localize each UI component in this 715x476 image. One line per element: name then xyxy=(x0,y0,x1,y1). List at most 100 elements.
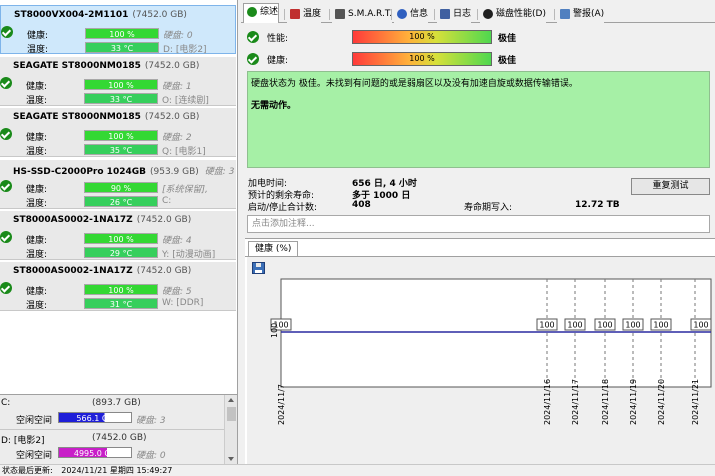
tab-label: 综述 xyxy=(260,7,279,17)
point-label: 100 xyxy=(650,318,672,331)
temperature-label: 温度: xyxy=(26,147,48,157)
disk-name: SEAGATE ST8000NM0185 xyxy=(13,61,141,71)
scroll-thumb[interactable] xyxy=(227,407,236,421)
point-label-text: 100 xyxy=(539,321,554,330)
point-label: 100 xyxy=(564,318,586,331)
start-stop-label: 启动/停止合计数: xyxy=(248,203,318,213)
drive-letters: O: [连续剧] xyxy=(162,96,209,106)
temperature-bar: 29 °C xyxy=(84,247,158,258)
hdd-index-label: 硬盘: 2 xyxy=(162,133,192,143)
tab-separator xyxy=(329,9,330,20)
tab-info[interactable]: 信息 xyxy=(394,6,429,23)
disk-item[interactable]: SEAGATE ST8000NM0185 (7452.0 GB) 健康: 100 % 硬… xyxy=(0,108,236,157)
temperature-row: 温度: 29 °C Y: [动漫动画] xyxy=(26,247,215,260)
drive-letters: Y: [动漫动画] xyxy=(162,250,216,260)
disk-name: HS-SSD-C2000Pro 1024GB xyxy=(13,167,146,177)
volume-item[interactable]: C: (893.7 GB) 空闲空间 566.1 GB 硬盘: 3 xyxy=(0,395,224,430)
scroll-up-icon[interactable] xyxy=(228,398,234,402)
disk-item[interactable]: ST8000AS0002-1NA17Z (7452.0 GB) 健康: 100 % 硬盘… xyxy=(0,262,236,311)
temperature-bar: 31 °C xyxy=(84,298,158,309)
health-bar: 90 % xyxy=(84,182,158,193)
status-time: 2024/11/21 星期四 15:49:27 xyxy=(61,466,173,475)
temperature-bar: 26 °C xyxy=(84,196,158,207)
health-row: 健康: 90 % [系统保留], xyxy=(26,182,208,195)
tab-label: S.M.A.R.T. xyxy=(348,9,393,19)
check-circle-icon xyxy=(247,7,257,17)
disk-item[interactable]: ST8000VX004-2M1101 (7452.0 GB) 健康: 100 % 硬盘:… xyxy=(0,5,236,55)
temperature-label: 温度: xyxy=(26,250,48,260)
disk-title: ST8000VX004-2M1101 (7452.0 GB) xyxy=(14,10,187,20)
health-label: 健康: xyxy=(267,56,289,66)
drive-letters: W: [DDR] xyxy=(162,298,204,308)
tab-separator xyxy=(434,9,435,20)
temperature-row: 温度: 26 °C C: xyxy=(26,196,171,209)
tab-smart[interactable]: S.M.A.R.T. xyxy=(332,6,393,23)
tab-performance[interactable]: 磁盘性能(D) xyxy=(480,6,546,23)
tab-thermometer[interactable]: 温度 xyxy=(287,6,322,23)
disk-title: HS-SSD-C2000Pro 1024GB (953.9 GB) 硬盘: 3 xyxy=(13,164,234,177)
drive-letters: [系统保留], xyxy=(162,185,208,195)
health-label: 健康: xyxy=(27,31,49,41)
disk-item[interactable]: ST8000AS0002-1NA17Z (7452.0 GB) 健康: 100 % 硬盘… xyxy=(0,211,236,260)
x-tick-label: 2024/11/19 xyxy=(629,379,638,425)
hdd-index-label: 硬盘: 5 xyxy=(162,287,192,297)
status-message: 硬盘状态为 极佳。未找到有问题的或是弱扇区以及没有加速自旋或数据传输错误。 xyxy=(251,79,578,89)
hdd-index-label: 硬盘: 3 xyxy=(136,416,166,426)
performance-bar: 100 % xyxy=(352,30,492,44)
note-input[interactable]: 点击添加注释... xyxy=(247,215,710,233)
status-bar: 状态最后更新: 2024/11/21 星期四 15:49:27 xyxy=(0,464,715,476)
health-bar: 100 % xyxy=(84,284,158,295)
volume-capacity: (7452.0 GB) xyxy=(92,433,147,443)
temperature-bar: 33 °C xyxy=(84,93,158,104)
tab-separator xyxy=(477,9,478,20)
free-space-bar: 566.1 GB xyxy=(58,412,132,423)
point-label-text: 100 xyxy=(693,321,708,330)
check-circle-icon xyxy=(247,31,259,43)
tab-check-circle[interactable]: 综述 xyxy=(243,3,280,23)
disk-item[interactable]: SEAGATE ST8000NM0185 (7452.0 GB) 健康: 100 % 硬… xyxy=(0,57,236,106)
free-space-label: 空闲空间 xyxy=(16,416,53,426)
log-icon xyxy=(440,9,450,19)
point-label-text: 100 xyxy=(653,321,668,330)
drive-letters: Q: [电影1] xyxy=(162,147,206,157)
tab-label: 磁盘性能(D) xyxy=(496,9,546,19)
save-icon[interactable] xyxy=(252,262,265,274)
volume-scrollbar[interactable] xyxy=(224,395,237,465)
disk-name: ST8000AS0002-1NA17Z xyxy=(13,266,133,276)
temperature-row: 温度: 35 °C Q: [电影1] xyxy=(26,144,206,157)
point-label: 100 xyxy=(536,318,558,331)
tab-log[interactable]: 日志 xyxy=(437,6,472,23)
performance-icon xyxy=(483,9,493,19)
drive-letters-2: C: xyxy=(162,196,172,206)
health-label: 健康: xyxy=(26,236,48,246)
health-label: 健康: xyxy=(26,133,48,143)
scroll-down-icon[interactable] xyxy=(228,457,234,461)
tab-alert[interactable]: 警报(A) xyxy=(557,6,605,23)
health-bar: 100 % xyxy=(84,233,158,244)
lifetime-writes-value: 12.72 TB xyxy=(575,200,620,210)
health-label: 健康: xyxy=(26,185,48,195)
check-circle-icon xyxy=(0,282,12,294)
health-bar: 100 % xyxy=(85,28,159,39)
drive-letters: D: [电影2] xyxy=(163,45,207,55)
y-axis-label: 100 xyxy=(270,323,279,338)
x-tick-label: 2024/11/18 xyxy=(601,379,610,425)
x-tick-label: 2024/11/21 xyxy=(691,379,700,425)
retest-button[interactable]: 重复测试 xyxy=(631,178,710,195)
check-circle-icon xyxy=(0,128,12,140)
lifetime-writes-label: 寿命期写入: xyxy=(464,203,513,213)
tab-health-chart[interactable]: 健康 (%) xyxy=(248,241,299,257)
hdd-index-label: 硬盘: 4 xyxy=(162,236,192,246)
volume-item[interactable]: D: [电影2] (7452.0 GB) 空闲空间 4995.0 GB 硬盘: 0 xyxy=(0,430,224,465)
disk-name: SEAGATE ST8000NM0185 xyxy=(13,112,141,122)
temperature-bar: 35 °C xyxy=(84,144,158,155)
start-stop-value: 408 xyxy=(352,200,371,210)
performance-label: 性能: xyxy=(267,34,289,44)
app-window: ST8000VX004-2M1101 (7452.0 GB) 健康: 100 % 硬盘:… xyxy=(0,0,715,476)
check-circle-icon xyxy=(1,26,13,38)
disk-item[interactable]: HS-SSD-C2000Pro 1024GB (953.9 GB) 硬盘: 3 健康:… xyxy=(0,160,236,209)
point-label: 100 xyxy=(622,318,644,331)
point-label: 100 xyxy=(594,318,616,331)
status-label: 状态最后更新: xyxy=(2,466,53,475)
disk-title: ST8000AS0002-1NA17Z (7452.0 GB) xyxy=(13,266,191,276)
